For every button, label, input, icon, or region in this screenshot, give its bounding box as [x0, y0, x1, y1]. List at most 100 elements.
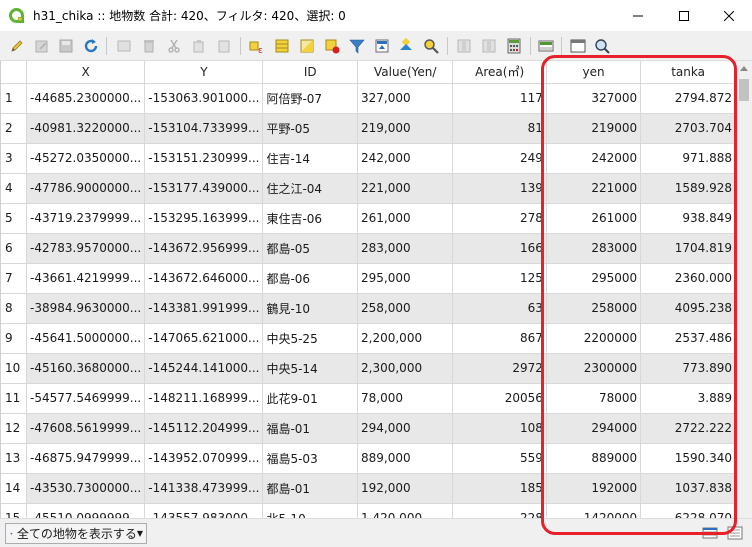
table-row[interactable]: 8 -38984.9630000... -143381.991999... 鶴見-10…: [1, 293, 736, 324]
table-row[interactable]: 6 -42783.9570000... -143672.956999... 都島-05…: [1, 233, 736, 264]
area-cell[interactable]: 139: [452, 173, 547, 204]
value-cell[interactable]: 258,000: [357, 293, 454, 324]
row-number[interactable]: 12: [1, 413, 28, 444]
close-button[interactable]: [706, 0, 752, 31]
delete-field-icon[interactable]: [481, 38, 497, 54]
table-row[interactable]: 7 -43661.4219999... -143672.646000... 都島-06…: [1, 263, 736, 294]
column-header-id[interactable]: ID: [262, 61, 359, 84]
area-cell[interactable]: 20056: [452, 383, 547, 414]
area-cell[interactable]: 166: [452, 233, 547, 264]
yen-cell[interactable]: 889000: [546, 443, 642, 474]
area-cell[interactable]: 125: [452, 263, 547, 294]
x-cell[interactable]: -40981.3220000...: [26, 113, 146, 144]
y-cell[interactable]: -143672.646000...: [144, 263, 264, 294]
toggle-multiedit-icon[interactable]: [34, 38, 50, 54]
select-by-expression-icon[interactable]: ε: [249, 38, 265, 54]
value-cell[interactable]: 294,000: [357, 413, 454, 444]
new-field-icon[interactable]: [456, 38, 472, 54]
copy-icon[interactable]: [191, 38, 207, 54]
value-cell[interactable]: 1,420,000: [357, 503, 454, 518]
column-header-y[interactable]: Y: [144, 61, 264, 84]
value-cell[interactable]: 261,000: [357, 203, 454, 234]
row-number[interactable]: 13: [1, 443, 28, 474]
yen-cell[interactable]: 261000: [546, 203, 642, 234]
row-number[interactable]: 10: [1, 353, 28, 384]
corner-header[interactable]: [1, 61, 28, 84]
vertical-scrollbar[interactable]: [736, 61, 752, 518]
x-cell[interactable]: -47608.5619999...: [26, 413, 146, 444]
tanka-cell[interactable]: 2360.000: [640, 263, 736, 294]
table-row[interactable]: 9 -45641.5000000... -147065.621000... 中央5-2…: [1, 323, 736, 354]
yen-cell[interactable]: 1420000: [546, 503, 642, 518]
y-cell[interactable]: -143557.983000...: [144, 503, 264, 518]
x-cell[interactable]: -44685.2300000...: [26, 83, 146, 114]
y-cell[interactable]: -143952.070999...: [144, 443, 264, 474]
x-cell[interactable]: -38984.9630000...: [26, 293, 146, 324]
x-cell[interactable]: -47786.9000000...: [26, 173, 146, 204]
area-cell[interactable]: 249: [452, 143, 547, 174]
filter-select-icon[interactable]: [349, 38, 365, 54]
tanka-cell[interactable]: 3.889: [640, 383, 736, 414]
y-cell[interactable]: -153063.901000...: [144, 83, 264, 114]
column-header-area[interactable]: Area(㎡): [452, 61, 547, 84]
tanka-cell[interactable]: 971.888: [640, 143, 736, 174]
yen-cell[interactable]: 258000: [546, 293, 642, 324]
table-row[interactable]: 15-45510.0999999...-143557.983000...北5-1…: [1, 503, 736, 518]
tanka-cell[interactable]: 1589.928: [640, 173, 736, 204]
zoom-to-selection-icon[interactable]: [423, 38, 439, 54]
id-cell[interactable]: 北5-10: [262, 503, 359, 518]
tanka-cell[interactable]: 4095.238: [640, 293, 736, 324]
minimize-button[interactable]: [615, 0, 661, 31]
x-cell[interactable]: -43661.4219999...: [26, 263, 146, 294]
area-cell[interactable]: 81: [452, 113, 547, 144]
tanka-cell[interactable]: 1037.838: [640, 473, 736, 504]
value-cell[interactable]: 283,000: [357, 233, 454, 264]
attribute-table[interactable]: X Y ID Value(Yen/ Area(㎡) yen tanka 1 -44…: [0, 61, 736, 518]
id-cell[interactable]: 中央5-25: [262, 323, 359, 354]
row-number[interactable]: 3: [1, 143, 28, 174]
id-cell[interactable]: 住吉-14: [262, 143, 359, 174]
area-cell[interactable]: 559: [452, 443, 547, 474]
row-number[interactable]: 7: [1, 263, 28, 294]
pan-to-selection-icon[interactable]: [398, 38, 414, 54]
id-cell[interactable]: 福島-01: [262, 413, 359, 444]
id-cell[interactable]: 都島-01: [262, 473, 359, 504]
value-cell[interactable]: 327,000: [357, 83, 454, 114]
row-number[interactable]: 9: [1, 323, 28, 354]
paste-icon[interactable]: [216, 38, 232, 54]
invert-selection-icon[interactable]: [299, 38, 315, 54]
x-cell[interactable]: -45272.0350000...: [26, 143, 146, 174]
column-header-x[interactable]: X: [26, 61, 146, 84]
maximize-button[interactable]: [661, 0, 707, 31]
table-view-icon[interactable]: [702, 525, 718, 541]
row-number[interactable]: 2: [1, 113, 28, 144]
value-cell[interactable]: 192,000: [357, 473, 454, 504]
row-number[interactable]: 1: [1, 83, 28, 114]
x-cell[interactable]: -45160.3680000...: [26, 353, 146, 384]
scrollbar-thumb[interactable]: [739, 79, 749, 101]
y-cell[interactable]: -145244.141000...: [144, 353, 264, 384]
form-view-icon[interactable]: [727, 525, 743, 541]
tanka-cell[interactable]: 2794.872: [640, 83, 736, 114]
y-cell[interactable]: -145112.204999...: [144, 413, 264, 444]
yen-cell[interactable]: 2300000: [546, 353, 642, 384]
conditional-formatting-icon[interactable]: [538, 38, 554, 54]
cut-icon[interactable]: [166, 38, 182, 54]
yen-cell[interactable]: 283000: [546, 233, 642, 264]
yen-cell[interactable]: 295000: [546, 263, 642, 294]
yen-cell[interactable]: 192000: [546, 473, 642, 504]
pencil-edit-icon[interactable]: [9, 38, 25, 54]
x-cell[interactable]: -42783.9570000...: [26, 233, 146, 264]
value-cell[interactable]: 2,300,000: [357, 353, 454, 384]
value-cell[interactable]: 242,000: [357, 143, 454, 174]
row-number[interactable]: 6: [1, 233, 28, 264]
yen-cell[interactable]: 327000: [546, 83, 642, 114]
column-header-value[interactable]: Value(Yen/: [357, 61, 454, 84]
id-cell[interactable]: 都島-05: [262, 233, 359, 264]
value-cell[interactable]: 295,000: [357, 263, 454, 294]
x-cell[interactable]: -45641.5000000...: [26, 323, 146, 354]
area-cell[interactable]: 117: [452, 83, 547, 114]
x-cell[interactable]: -45510.0999999...: [26, 503, 146, 518]
yen-cell[interactable]: 2200000: [546, 323, 642, 354]
row-number[interactable]: 15: [1, 503, 28, 518]
